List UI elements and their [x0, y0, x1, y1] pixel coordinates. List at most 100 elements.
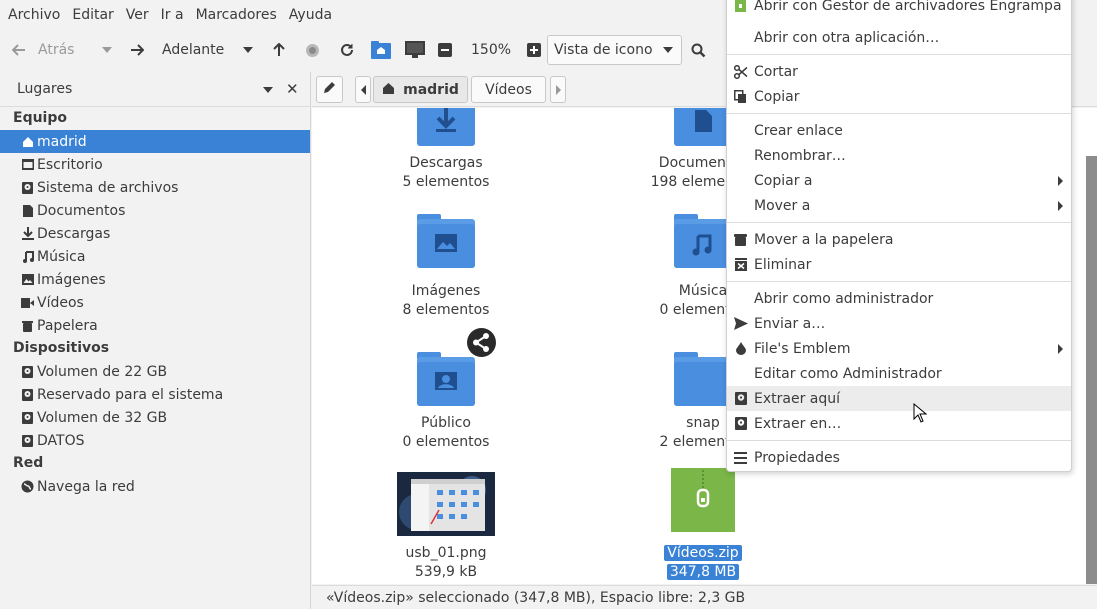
- chevron-right-icon: [555, 84, 561, 95]
- close-icon[interactable]: ✕: [286, 80, 299, 98]
- back-history-dropdown[interactable]: [102, 30, 112, 70]
- drop-icon: [733, 341, 748, 356]
- menu-label: Extraer en…: [754, 415, 842, 432]
- sidebar-item-sistema-archivos[interactable]: Sistema de archivos: [0, 176, 310, 199]
- sidebar-item-descargas[interactable]: Descargas: [0, 222, 310, 245]
- menu-delete[interactable]: Eliminar: [727, 252, 1071, 277]
- menu-rename[interactable]: Renombrar…: [727, 143, 1071, 168]
- menu-cut[interactable]: Cortar: [727, 59, 1071, 84]
- menu-copy-to[interactable]: Copiar a: [727, 168, 1071, 193]
- menu-editar[interactable]: Editar: [66, 7, 119, 23]
- menu-open-engrampa[interactable]: Abrir con Gestor de archivadores Engramp…: [727, 0, 1071, 18]
- menu-properties[interactable]: Propiedades: [727, 445, 1071, 470]
- drive-icon: [733, 416, 748, 431]
- video-icon: [20, 295, 35, 310]
- back-label: Atrás: [38, 42, 75, 58]
- menu-edit-as-admin[interactable]: Editar como Administrador: [727, 361, 1071, 386]
- music-folder-icon: [674, 214, 732, 274]
- chevron-down-icon[interactable]: [263, 87, 273, 93]
- file-name: usb_01.png: [405, 545, 487, 561]
- folder-icon: [674, 352, 732, 412]
- path-scroll-left[interactable]: [355, 76, 371, 103]
- file-item-descargas[interactable]: Descargas 5 elementos: [366, 108, 526, 198]
- view-mode-select[interactable]: Vista de icono: [547, 35, 682, 65]
- menu-open-other-app[interactable]: Abrir con otra aplicación…: [727, 25, 1071, 50]
- sidebar-item-navega-red[interactable]: Navega la red: [0, 475, 310, 498]
- sidebar-item-videos[interactable]: Vídeos: [0, 291, 310, 314]
- zoom-in-button[interactable]: [527, 30, 541, 70]
- sidebar-item-papelera[interactable]: Papelera: [0, 314, 310, 337]
- menu-copy[interactable]: Copiar: [727, 84, 1071, 109]
- file-item-imagenes[interactable]: Imágenes 8 elementos: [366, 214, 526, 318]
- menu-extract-here[interactable]: Extraer aquí: [727, 386, 1071, 411]
- forward-history-dropdown[interactable]: [243, 30, 253, 70]
- reload-icon: [339, 42, 355, 58]
- submenu-arrow-icon: [1058, 344, 1063, 354]
- forward-button[interactable]: Adelante: [130, 30, 224, 70]
- mouse-cursor-icon: [913, 402, 928, 423]
- file-info: 0 elementos: [402, 434, 490, 450]
- sidebar-item-documentos[interactable]: Documentos: [0, 199, 310, 222]
- send-icon: [733, 316, 748, 331]
- pencil-icon: [323, 81, 336, 98]
- drive-icon: [20, 364, 35, 379]
- menu-extract-to[interactable]: Extraer en…: [727, 411, 1071, 436]
- menu-move-to[interactable]: Mover a: [727, 193, 1071, 218]
- scrollbar[interactable]: [1086, 156, 1097, 584]
- menu-marcadores[interactable]: Marcadores: [190, 7, 283, 23]
- menu-ver[interactable]: Ver: [120, 7, 155, 23]
- sidebar-item-label: Volumen de 22 GB: [37, 363, 168, 380]
- search-button[interactable]: [691, 30, 706, 70]
- home-button[interactable]: [370, 30, 392, 70]
- copy-icon: [733, 89, 748, 104]
- forward-label: Adelante: [162, 42, 225, 58]
- file-item-videos-zip[interactable]: Vídeos.zip 347,8 MB: [623, 468, 783, 580]
- menu-archivo[interactable]: Archivo: [2, 7, 66, 23]
- file-name: Público: [421, 415, 471, 431]
- statusbar: «Vídeos.zip» seleccionado (347,8 MB), Es…: [312, 585, 1097, 609]
- menu-move-to-trash[interactable]: Mover a la papelera: [727, 227, 1071, 252]
- file-item-publico[interactable]: Público 0 elementos: [366, 330, 526, 450]
- menu-label: Abrir como administrador: [754, 290, 934, 307]
- sidebar-item-volumen-22[interactable]: Volumen de 22 GB: [0, 360, 310, 383]
- scissors-icon: [733, 64, 748, 79]
- menu-create-link[interactable]: Crear enlace: [727, 118, 1071, 143]
- menu-ayuda[interactable]: Ayuda: [283, 7, 338, 23]
- sidebar-item-escritorio[interactable]: Escritorio: [0, 153, 310, 176]
- sidebar-item-volumen-32[interactable]: Volumen de 32 GB: [0, 406, 310, 429]
- menu-ir-a[interactable]: Ir a: [155, 7, 190, 23]
- monitor-icon: [404, 40, 426, 60]
- file-item-usb-png[interactable]: usb_01.png 539,9 kB: [366, 470, 526, 580]
- sidebar-item-reservado[interactable]: Reservado para el sistema: [0, 383, 310, 406]
- zoom-out-button[interactable]: [438, 30, 452, 70]
- sidebar-item-madrid[interactable]: madrid: [0, 130, 310, 153]
- sidebar-item-imagenes[interactable]: Imágenes: [0, 268, 310, 291]
- menu-send-to[interactable]: Enviar a…: [727, 311, 1071, 336]
- menu-open-as-admin[interactable]: Abrir como administrador: [727, 286, 1071, 311]
- zoom-level: 150%: [471, 30, 511, 70]
- file-name-wrap: Vídeos.zip: [623, 544, 783, 563]
- menu-emblem[interactable]: File's Emblem: [727, 336, 1071, 361]
- sidebar-header: Lugares ✕: [0, 72, 310, 107]
- sidebar: Lugares ✕ Equipo madrid Escritorio Siste…: [0, 72, 311, 609]
- crumb-videos[interactable]: Vídeos: [471, 76, 546, 103]
- back-button[interactable]: Atrás: [12, 30, 74, 70]
- sidebar-item-label: DATOS: [37, 432, 85, 449]
- up-button[interactable]: [272, 30, 286, 70]
- list-icon: [733, 450, 748, 465]
- reload-button[interactable]: [339, 30, 355, 70]
- sidebar-item-musica[interactable]: Música: [0, 245, 310, 268]
- sidebar-item-label: Música: [37, 248, 86, 265]
- menu-label: Cortar: [754, 63, 798, 80]
- computer-button[interactable]: [404, 30, 426, 70]
- drive-icon: [20, 180, 35, 195]
- submenu-arrow-icon: [1058, 201, 1063, 211]
- edit-location-button[interactable]: [316, 76, 343, 103]
- menu-label: Extraer aquí: [754, 390, 841, 407]
- stop-icon: [305, 43, 320, 58]
- sidebar-item-datos[interactable]: DATOS: [0, 429, 310, 452]
- crumb-madrid[interactable]: madrid: [373, 76, 468, 103]
- section-red: Red: [13, 455, 44, 471]
- path-scroll-right[interactable]: [550, 76, 566, 103]
- stop-button[interactable]: [305, 30, 320, 70]
